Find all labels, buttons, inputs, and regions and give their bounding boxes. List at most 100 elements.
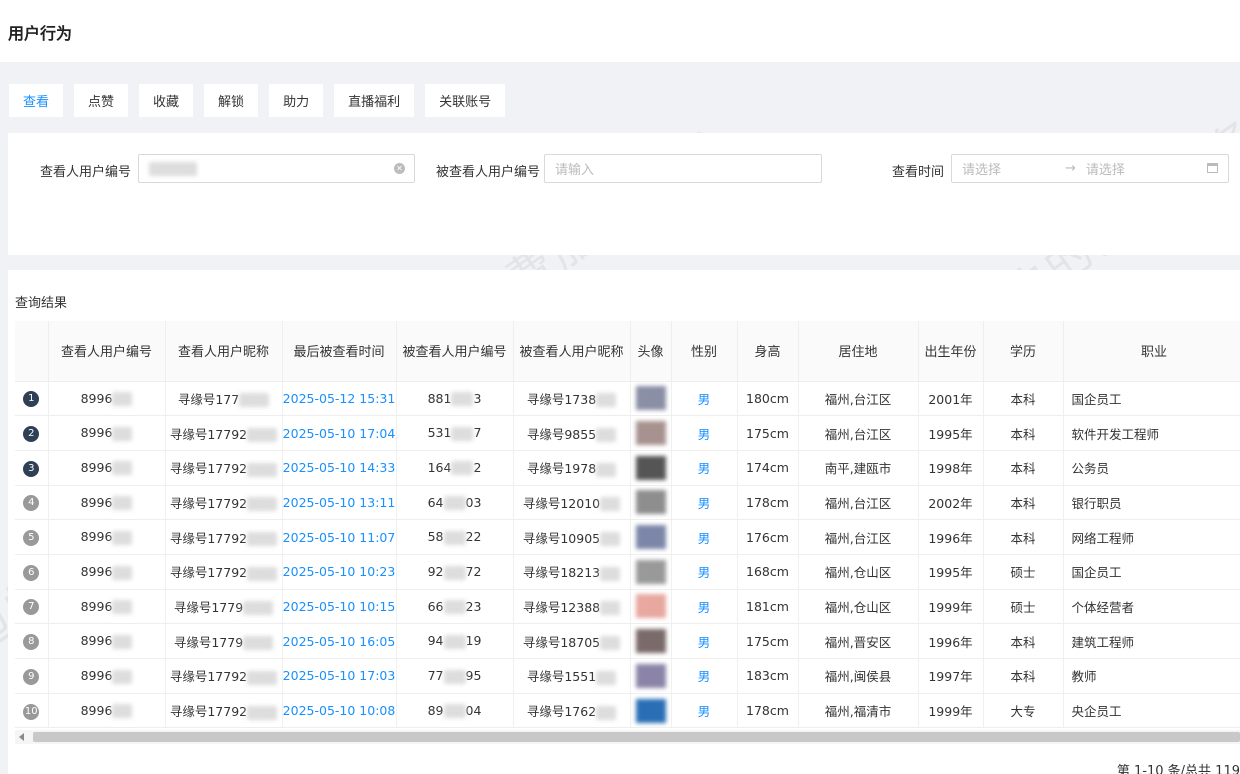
tab-linked-account[interactable]: 关联账号 [425,84,506,117]
occupation: 个体经营者 [1063,589,1240,625]
viewed-nick-cell: 寻缘号18213 [513,554,631,590]
viewed-id-cell: 164 2 [396,450,514,486]
avatar[interactable] [635,525,666,550]
avatar[interactable] [635,559,666,584]
table-row[interactable]: 9 8996 寻缘号17792 2025-05-10 17:03 77 95 寻缘号1551… [15,658,1240,694]
viewed-id-cell: 64 03 [396,485,514,521]
avatar-cell [630,658,672,694]
last-viewed-time[interactable]: 2025-05-12 15:31 [282,381,397,417]
tab-view[interactable]: 查看 [9,84,64,117]
viewed-nick-cell: 寻缘号10905 [513,519,631,555]
viewed-id-label: 被查看人用户编号 [436,165,541,180]
table-row[interactable]: 3 8996 寻缘号17792 2025-05-10 14:33 164 2 寻缘号1978… [15,450,1240,486]
row-index-cell: 8 [15,623,49,659]
viewed-id-prefix: 531 [427,425,452,441]
tab-unlock[interactable]: 解锁 [204,84,259,117]
residence: 福州,闽侯县 [798,658,919,694]
education: 本科 [983,415,1064,451]
row-index-badge: 10 [23,703,40,720]
viewed-nick: 寻缘号12010 [522,495,601,511]
last-viewed-time[interactable]: 2025-05-10 10:23 [282,554,397,590]
tab-assist[interactable]: 助力 [269,84,324,117]
viewed-id-cell: 66 23 [396,589,514,625]
viewed-id-prefix: 66 [427,598,444,614]
row-index-badge: 3 [23,460,40,477]
tab-live-benefit[interactable]: 直播福利 [334,84,415,117]
viewed-nick-cell: 寻缘号12010 [513,485,631,521]
table-row[interactable]: 4 8996 寻缘号17792 2025-05-10 13:11 64 03 寻缘号1201… [15,485,1240,521]
viewed-id-input[interactable]: 请输入 [544,154,822,183]
residence: 福州,仓山区 [798,554,919,590]
start-date-placeholder[interactable]: 请选择 [962,159,1001,178]
scroll-left-icon[interactable] [19,733,24,741]
viewer-id: 8996 [80,529,113,545]
education: 硕士 [983,554,1064,590]
table-row[interactable]: 6 8996 寻缘号17792 2025-05-10 10:23 92 72 寻缘号1821… [15,554,1240,590]
last-viewed-time[interactable]: 2025-05-10 16:05 [282,623,397,659]
tab-favorite[interactable]: 收藏 [139,84,194,117]
last-viewed-time[interactable]: 2025-05-10 10:08 [282,693,397,729]
row-index-cell: 1 [15,381,49,417]
results-table: 查看人用户编号 查看人用户昵称 最后被查看时间 被查看人用户编号 被查看人用户昵… [15,321,1240,729]
table-row[interactable]: 7 8996 寻缘号1779 2025-05-10 10:15 66 23 寻缘号12388… [15,589,1240,625]
redacted-value [600,532,621,547]
last-viewed-time[interactable]: 2025-05-10 17:03 [282,658,397,694]
last-viewed-time[interactable]: 2025-05-10 13:11 [282,485,397,521]
avatar[interactable] [635,594,666,619]
viewer-nick-cell: 寻缘号1779 [165,623,283,659]
end-date-placeholder[interactable]: 请选择 [1086,159,1125,178]
gender: 男 [671,623,738,659]
viewer-id-cell: 8996 [48,589,166,625]
last-viewed-time[interactable]: 2025-05-10 14:33 [282,450,397,486]
avatar[interactable] [635,698,666,723]
avatar[interactable] [635,421,666,446]
viewer-nick-cell: 寻缘号17792 [165,415,283,451]
redacted-value [451,392,474,407]
clear-icon[interactable]: ✕ [394,163,405,174]
table-row[interactable]: 1 8996 寻缘号177 2025-05-12 15:31 881 3 寻缘号1738 男 1… [15,381,1240,417]
horizontal-scrollbar[interactable] [15,730,1240,744]
avatar[interactable] [635,629,666,654]
redacted-value [247,566,278,581]
table-row[interactable]: 2 8996 寻缘号17792 2025-05-10 17:04 531 7 寻缘号9855… [15,415,1240,451]
scrollbar-thumb[interactable] [33,732,1240,742]
viewed-id-cell: 77 95 [396,658,514,694]
viewed-nick: 寻缘号12388 [522,599,601,615]
gender: 男 [671,554,738,590]
view-time-range-picker[interactable]: 请选择 → 请选择 [951,154,1229,183]
redacted-value [149,161,197,176]
last-viewed-time[interactable]: 2025-05-10 10:15 [282,589,397,625]
avatar[interactable] [635,455,666,480]
column-header: 出生年份 [918,321,984,382]
avatar[interactable] [635,490,666,515]
redacted-value [247,532,278,547]
viewed-id-cell: 881 3 [396,381,514,417]
birth-year: 1995年 [918,554,984,590]
table-row[interactable]: 10 8996 寻缘号17792 2025-05-10 10:08 89 04 寻缘号176… [15,693,1240,729]
avatar-cell [630,381,672,417]
birth-year: 2001年 [918,381,984,417]
avatar[interactable] [635,663,666,688]
avatar[interactable] [635,386,666,411]
viewer-id-cell: 8996 [48,381,166,417]
viewer-id: 8996 [80,494,113,510]
tab-like[interactable]: 点赞 [74,84,129,117]
viewer-nick: 寻缘号177 [177,391,240,407]
viewer-id-cell: 8996 [48,450,166,486]
viewer-id: 8996 [80,702,113,718]
last-viewed-time[interactable]: 2025-05-10 11:07 [282,519,397,555]
occupation: 公务员 [1063,450,1240,486]
redacted-value [443,565,466,580]
viewer-id-input[interactable]: ✕ [138,154,415,183]
table-row[interactable]: 8 8996 寻缘号1779 2025-05-10 16:05 94 19 寻缘号18705… [15,623,1240,659]
redacted-value [112,600,133,615]
column-header: 居住地 [798,321,919,382]
viewer-nick-cell: 寻缘号17792 [165,693,283,729]
table-row[interactable]: 5 8996 寻缘号17792 2025-05-10 11:07 58 22 寻缘号1090… [15,519,1240,555]
redacted-value [112,392,133,407]
last-viewed-time[interactable]: 2025-05-10 17:04 [282,415,397,451]
avatar-cell [630,554,672,590]
viewed-id-suffix: 19 [465,633,482,649]
viewed-nick-cell: 寻缘号12388 [513,589,631,625]
page-header: 用户行为 [0,0,1240,62]
